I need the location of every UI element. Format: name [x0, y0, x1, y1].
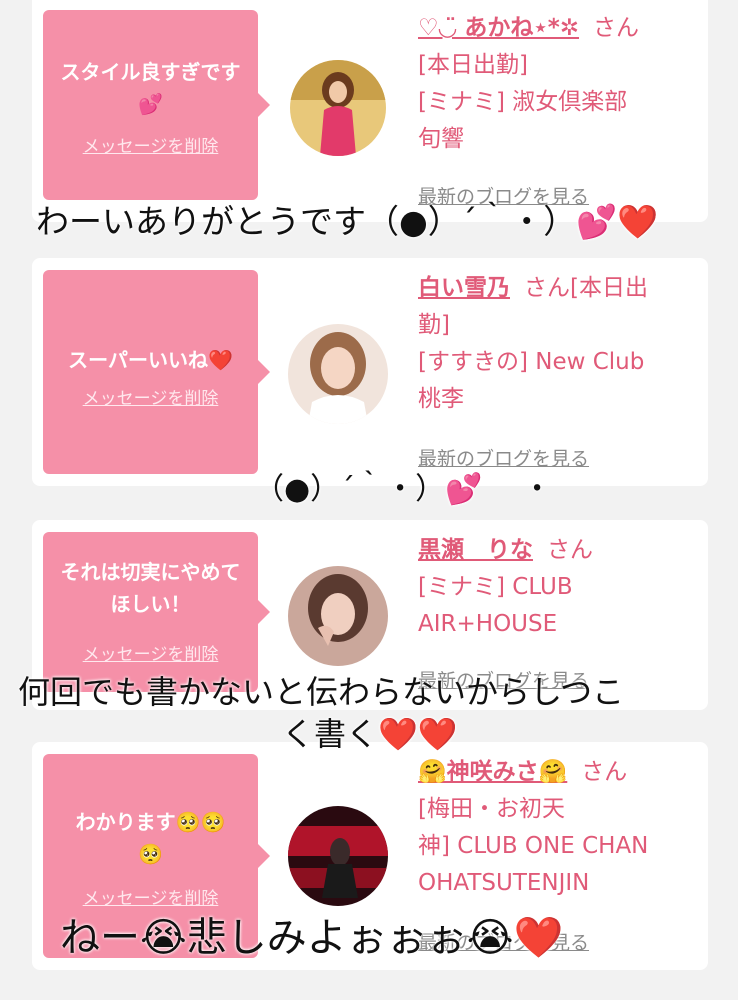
overlay-caption: ねー😭悲しみよぉぉぉ😭❤️: [60, 915, 564, 961]
cast-detail: 神] CLUB ONE CHAN: [418, 833, 649, 859]
cast-detail: [本日出勤]: [418, 52, 528, 78]
cast-name-link[interactable]: 白い雪乃: [418, 275, 510, 301]
message-bubble: スーパーいいね❤️ メッセージを削除: [43, 270, 270, 474]
cast-detail: 桃李: [418, 386, 464, 412]
honorific: さん: [593, 15, 640, 41]
message-card: スーパーいいね❤️ メッセージを削除 白い雪乃 さん[本日出 勤] [すすきの] …: [32, 258, 708, 486]
message-bubble: スタイル良すぎです💕 メッセージを削除: [43, 10, 270, 200]
cast-name-link[interactable]: ♡◡̈ あかね⋆*✲: [418, 15, 579, 41]
avatar[interactable]: [290, 60, 386, 156]
message-text: スーパーいいね❤️: [68, 348, 233, 372]
delete-message-link[interactable]: メッセージを削除: [83, 640, 219, 665]
delete-message-link[interactable]: メッセージを削除: [83, 132, 219, 157]
cast-detail: [ミナミ] CLUB: [418, 574, 573, 600]
cast-info: 🤗神咲みさ🤗 さん [梅田・お初天 神] CLUB ONE CHAN OHATSU…: [418, 754, 698, 902]
avatar[interactable]: [288, 324, 388, 424]
overlay-caption: 何回でも書かないと伝わらないからしつこ: [18, 673, 625, 711]
overlay-caption: わーいありがとうです（●）´｀・）💕❤️: [36, 202, 659, 241]
cast-detail: [梅田・お初天: [418, 796, 565, 822]
honorific: さん: [547, 537, 593, 563]
avatar[interactable]: [288, 806, 388, 906]
cast-detail: 勤]: [418, 312, 450, 338]
message-card: スタイル良すぎです💕 メッセージを削除 ♡◡̈ あかね⋆*✲ さん [本日出勤] …: [32, 0, 708, 222]
honorific: さん: [581, 759, 628, 785]
cast-name-link[interactable]: 黒瀬 りな: [418, 537, 533, 563]
cast-detail: AIR+HOUSE: [418, 611, 558, 637]
message-bubble: それは切実にやめてほしい！ メッセージを削除: [43, 532, 270, 692]
cast-info: ♡◡̈ あかね⋆*✲ さん [本日出勤] [ミナミ] 淑女倶楽部 旬響: [418, 10, 698, 158]
cast-detail: 旬響: [418, 126, 464, 152]
cast-info: 黒瀬 りな さん [ミナミ] CLUB AIR+HOUSE: [418, 532, 698, 643]
delete-message-link[interactable]: メッセージを削除: [83, 384, 219, 409]
honorific: さん[本日出: [524, 275, 648, 301]
overlay-caption: （●）´｀・）💕 ・: [254, 472, 553, 507]
latest-blog-link[interactable]: 最新のブログを見る: [418, 444, 589, 471]
message-text: それは切実にやめてほしい！: [60, 560, 241, 616]
cast-detail: [すすきの] New Club: [418, 349, 645, 375]
overlay-caption: く書く❤️❤️: [282, 715, 458, 753]
message-text: わかります🥺🥺🥺: [75, 810, 226, 866]
message-text: スタイル良すぎです💕: [60, 60, 241, 116]
delete-message-link[interactable]: メッセージを削除: [83, 884, 219, 909]
cast-detail: [ミナミ] 淑女倶楽部: [418, 89, 628, 115]
cast-detail: OHATSUTENJIN: [418, 870, 590, 896]
cast-info: 白い雪乃 さん[本日出 勤] [すすきの] New Club 桃李: [418, 270, 698, 418]
avatar[interactable]: [288, 566, 388, 666]
cast-name-link[interactable]: 🤗神咲みさ🤗: [418, 759, 567, 785]
